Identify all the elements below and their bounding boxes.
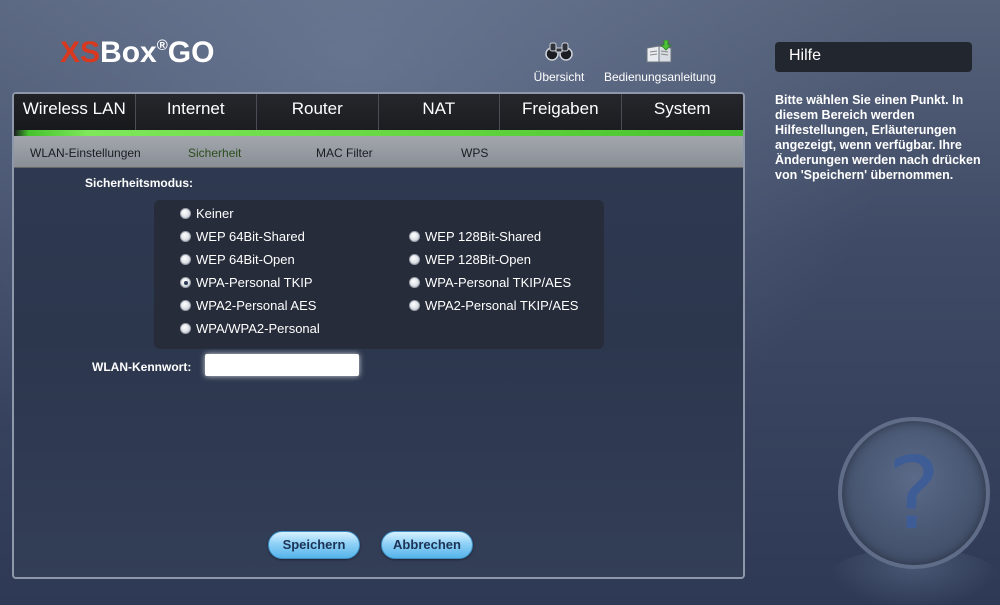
tab-wireless-lan[interactable]: Wireless LAN [14, 94, 136, 132]
radio-option-wep128-shared[interactable]: WEP 128Bit-Shared [409, 229, 541, 244]
radio-option-wep128-open[interactable]: WEP 128Bit-Open [409, 252, 531, 267]
radio-button[interactable] [180, 208, 191, 219]
manual-link[interactable]: Bedienungsanleitung [600, 39, 720, 84]
radio-button[interactable] [409, 254, 420, 265]
tab-internet[interactable]: Internet [136, 94, 257, 132]
main-panel: Wireless LAN Internet Router NAT Freigab… [12, 92, 745, 579]
radio-option-wpa-personal-tkip[interactable]: WPA-Personal TKIP [180, 275, 313, 290]
binoculars-icon [530, 40, 588, 64]
wlan-password-input[interactable] [205, 354, 359, 376]
security-mode-group: Keiner WEP 64Bit-Shared WEP 64Bit-Open W… [154, 200, 604, 349]
subnav-mac-filter[interactable]: MAC Filter [316, 146, 373, 160]
radio-option-keiner[interactable]: Keiner [180, 206, 234, 221]
xsbox-logo: XSBox®GO [60, 36, 215, 69]
subnav-security[interactable]: Sicherheit [188, 146, 241, 160]
subnav-wps[interactable]: WPS [461, 146, 488, 160]
help-title: Hilfe [775, 42, 972, 72]
radio-option-wpa2-personal-tkip-aes[interactable]: WPA2-Personal TKIP/AES [409, 298, 578, 313]
tab-system[interactable]: System [622, 94, 744, 132]
wlan-password-label: WLAN-Kennwort: [92, 360, 192, 374]
radio-option-wep64-shared[interactable]: WEP 64Bit-Shared [180, 229, 305, 244]
overview-label: Übersicht [533, 70, 585, 84]
tab-nat[interactable]: NAT [379, 94, 500, 132]
radio-button[interactable] [409, 277, 420, 288]
question-icon: ? [838, 417, 990, 569]
radio-option-wpa2-personal-aes[interactable]: WPA2-Personal AES [180, 298, 316, 313]
help-text: Bitte wählen Sie einen Punkt. In diesem … [775, 93, 981, 182]
security-mode-label: Sicherheitsmodus: [85, 176, 194, 190]
main-tab-bar: Wireless LAN Internet Router NAT Freigab… [14, 94, 743, 132]
radio-button-selected[interactable] [180, 277, 191, 288]
overview-link[interactable]: Übersicht [530, 40, 588, 84]
radio-button[interactable] [409, 300, 420, 311]
book-download-icon [600, 39, 720, 64]
radio-button[interactable] [409, 231, 420, 242]
radio-button[interactable] [180, 231, 191, 242]
manual-label: Bedienungsanleitung [603, 70, 717, 84]
radio-option-wep64-open[interactable]: WEP 64Bit-Open [180, 252, 295, 267]
cancel-button[interactable]: Abbrechen [381, 531, 473, 559]
radio-option-wpa-wpa2-personal[interactable]: WPA/WPA2-Personal [180, 321, 320, 336]
sub-navigation: WLAN-Einstellungen Sicherheit MAC Filter… [14, 136, 743, 168]
radio-button[interactable] [180, 300, 191, 311]
tab-freigaben[interactable]: Freigaben [500, 94, 622, 132]
radio-option-wpa-personal-tkip-aes[interactable]: WPA-Personal TKIP/AES [409, 275, 571, 290]
radio-button[interactable] [180, 254, 191, 265]
tab-router[interactable]: Router [257, 94, 379, 132]
radio-button[interactable] [180, 323, 191, 334]
save-button[interactable]: Speichern [268, 531, 360, 559]
subnav-wlan-settings[interactable]: WLAN-Einstellungen [30, 146, 141, 160]
